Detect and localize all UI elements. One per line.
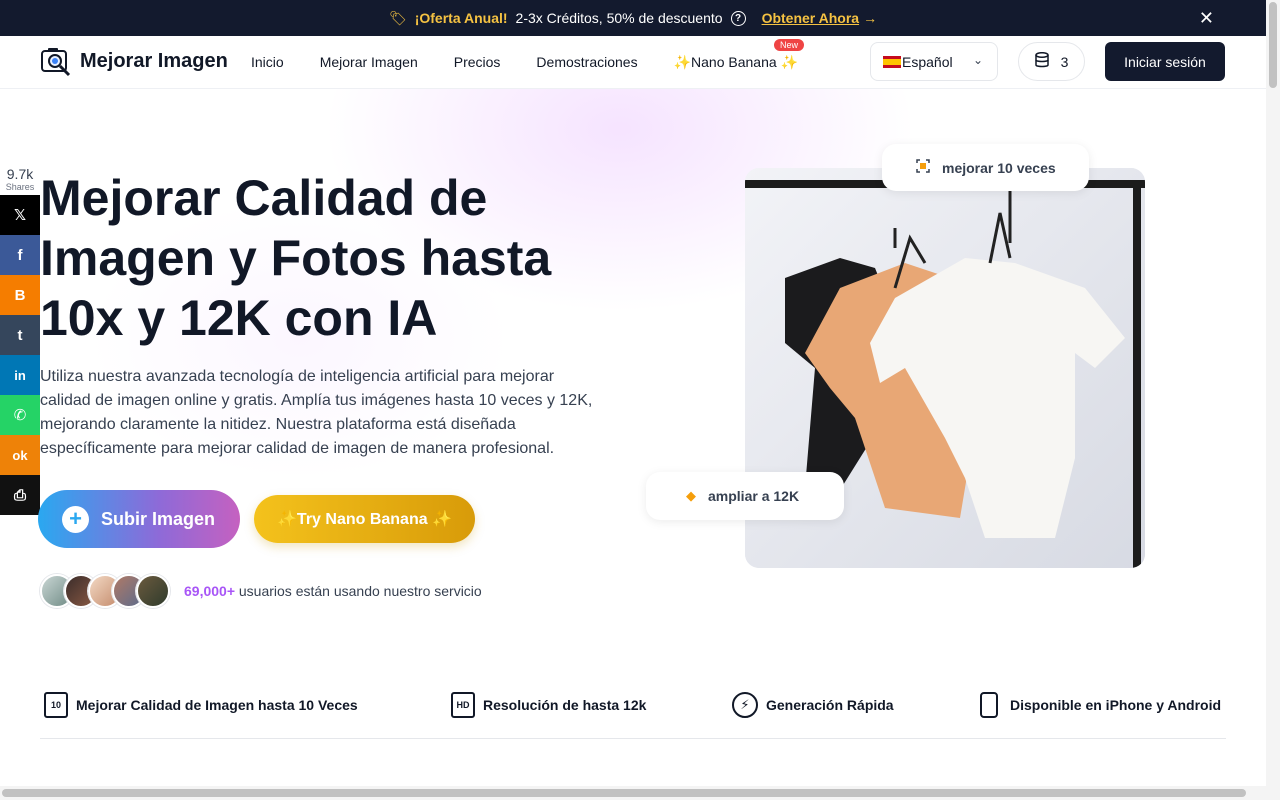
feature-item: ⚡ Generación Rápida xyxy=(732,692,894,718)
hd-icon: HD xyxy=(451,692,475,718)
nav-item-precios[interactable]: Precios xyxy=(454,54,501,71)
main-nav: Inicio Mejorar Imagen Precios Demostraci… xyxy=(251,39,834,71)
promo-banner: 🏷 ¡Oferta Anual! 2-3x Créditos, 50% de d… xyxy=(0,0,1266,36)
chevron-down-icon: ⌄ xyxy=(972,53,983,67)
upscale-12k-badge: ◆ ampliar a 12K xyxy=(646,472,844,520)
feature-item: Disponible en iPhone y Android xyxy=(980,692,1221,718)
share-label: Shares xyxy=(5,182,35,192)
logo[interactable]: Mejorar Imagen xyxy=(40,45,228,77)
hero-title: Mejorar Calidad de Imagen y Fotos hasta … xyxy=(40,170,552,346)
phone-icon xyxy=(980,692,998,718)
camera-magnifier-icon xyxy=(40,45,72,77)
share-whatsapp-button[interactable]: ✆ xyxy=(0,395,40,435)
share-counter: 9.7k Shares xyxy=(0,166,40,192)
spain-flag-icon xyxy=(883,55,901,68)
enhance-10x-label: mejorar 10 veces xyxy=(942,159,1056,176)
hero-description: Utiliza nuestra avanzada tecnología de i… xyxy=(40,368,593,457)
enhance-10x-badge: mejorar 10 veces xyxy=(882,144,1089,191)
promo-link[interactable]: Obtener Ahora xyxy=(762,10,860,26)
lightning-icon: ⚡ xyxy=(732,692,758,718)
vertical-scrollbar-thumb[interactable] xyxy=(1269,2,1277,88)
plus-icon: + xyxy=(62,505,89,533)
credits-count: 3 xyxy=(1060,53,1069,70)
credits-button[interactable]: 3 xyxy=(1018,42,1085,81)
horizontal-scrollbar-thumb[interactable] xyxy=(2,789,1246,797)
upload-image-label: Subir Imagen xyxy=(101,508,216,529)
users-count: 69,000+ xyxy=(184,583,235,599)
feature-label: Mejorar Calidad de Imagen hasta 10 Veces xyxy=(76,697,358,713)
try-nano-banana-button[interactable]: ✨Try Nano Banana ✨ xyxy=(254,495,475,543)
features-row: 10 Mejorar Calidad de Imagen hasta 10 Ve… xyxy=(40,690,1226,739)
promo-offer-text: 2-3x Créditos, 50% de descuento xyxy=(515,10,723,26)
user-avatars xyxy=(40,574,170,608)
language-select[interactable]: Español ⌄ xyxy=(870,42,998,81)
nav-item-inicio[interactable]: Inicio xyxy=(251,54,284,71)
nav-item-mejorar-imagen[interactable]: Mejorar Imagen xyxy=(320,54,418,71)
users-text: usuarios están usando nuestro servicio xyxy=(235,583,482,599)
upload-image-button[interactable]: + Subir Imagen xyxy=(38,490,240,548)
blogger-icon: B xyxy=(14,286,26,304)
users-info: 69,000+ usuarios están usando nuestro se… xyxy=(184,583,482,599)
facebook-icon: f xyxy=(17,246,23,264)
whatsapp-icon: ✆ xyxy=(13,407,27,424)
logo-text: Mejorar Imagen xyxy=(80,49,228,72)
arrow-right-icon[interactable]: → xyxy=(863,10,877,26)
upscale-12k-label: ampliar a 12K xyxy=(708,488,800,504)
nav-item-nano-banana[interactable]: ✨Nano Banana ✨ New xyxy=(673,39,804,71)
question-circle-icon[interactable]: ? xyxy=(730,10,746,26)
feature-item: HD Resolución de hasta 12k xyxy=(451,692,646,718)
tag-icon: 🏷 xyxy=(388,9,407,26)
diamond-icon: ◆ xyxy=(686,488,696,503)
vertical-scrollbar[interactable] xyxy=(1266,0,1280,800)
share-count: 9.7k xyxy=(6,166,34,182)
share-linkedin-button[interactable]: in xyxy=(0,355,40,395)
share-blogger-button[interactable]: B xyxy=(0,275,40,315)
language-label: Español xyxy=(902,53,953,70)
share-odnoklassniki-button[interactable]: ok xyxy=(0,435,40,475)
feature-label: Generación Rápida xyxy=(766,697,894,713)
signin-button[interactable]: Iniciar sesión xyxy=(1105,42,1225,81)
share-print-button[interactable]: ⎙ xyxy=(0,475,40,515)
database-icon xyxy=(1034,51,1049,71)
share-x-button[interactable]: 𝕏 xyxy=(0,195,40,235)
feature-item: 10 Mejorar Calidad de Imagen hasta 10 Ve… xyxy=(44,692,358,718)
close-icon[interactable]: ✕ xyxy=(1199,8,1214,29)
nav-item-demostraciones[interactable]: Demostraciones xyxy=(536,54,637,71)
linkedin-icon: in xyxy=(14,367,26,383)
promo-offer-title: ¡Oferta Anual! xyxy=(414,10,508,26)
site-header: Mejorar Imagen Inicio Mejorar Imagen Pre… xyxy=(0,36,1266,89)
enhance-icon xyxy=(916,159,930,176)
avatar xyxy=(136,574,170,608)
new-badge: New xyxy=(773,39,804,51)
x-logo-icon: 𝕏 xyxy=(13,207,27,224)
nav-item-nano-banana-label: ✨Nano Banana ✨ xyxy=(673,54,798,70)
odnoklassniki-icon: ok xyxy=(12,447,28,463)
tumblr-icon: t xyxy=(17,326,23,344)
print-icon: ⎙ xyxy=(13,486,26,504)
feature-label: Resolución de hasta 12k xyxy=(483,697,647,713)
share-facebook-button[interactable]: f xyxy=(0,235,40,275)
share-tumblr-button[interactable]: t xyxy=(0,315,40,355)
feature-label: Disponible en iPhone y Android xyxy=(1010,697,1222,713)
enhance-10x-icon: 10 xyxy=(44,692,68,718)
